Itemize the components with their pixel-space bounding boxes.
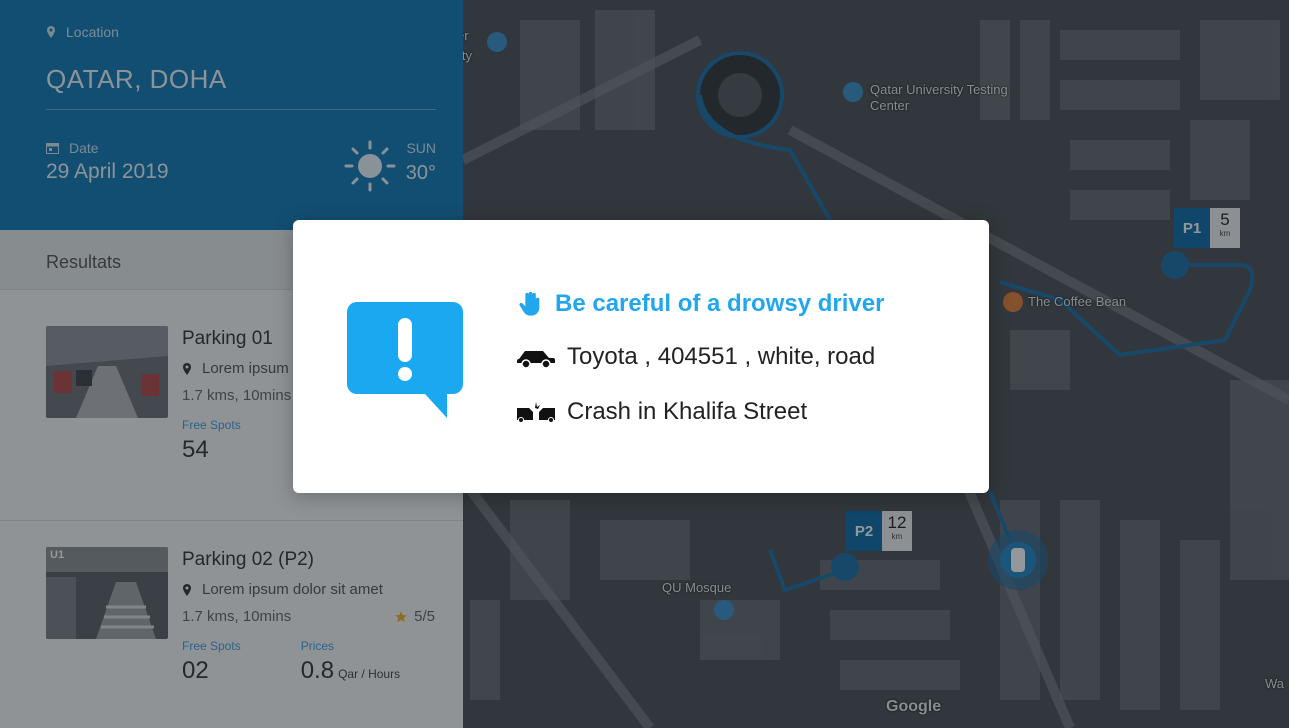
hand-stop-icon [519,291,540,316]
car-crash-icon [517,402,555,423]
alert-modal[interactable]: Be careful of a drowsy driver Toyota , 4… [293,220,989,493]
alert-incident: Crash in Khalifa Street [567,398,808,425]
alert-bubble-icon [347,302,463,418]
alert-vehicle: Toyota , 404551 , white, road [567,343,876,370]
alert-title: Be careful of a drowsy driver [555,290,885,317]
car-icon [517,351,555,369]
